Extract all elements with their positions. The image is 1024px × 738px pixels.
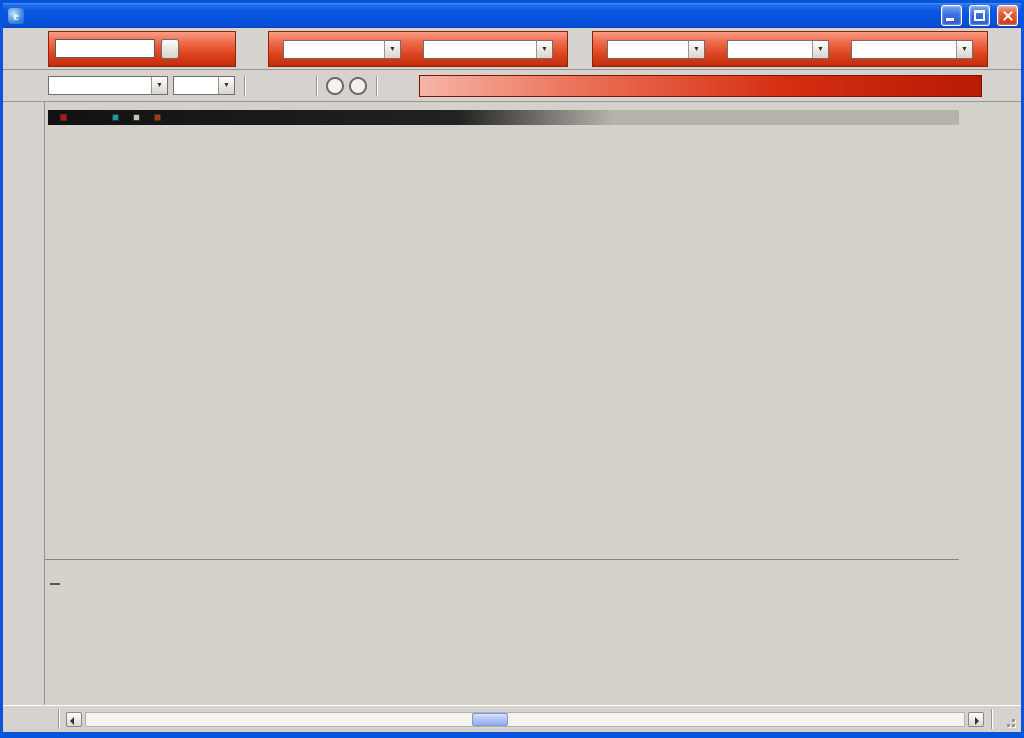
scale-type-dropdown[interactable] <box>851 40 973 59</box>
emm10-swatch-icon <box>154 114 161 121</box>
scroll-left-button[interactable] <box>66 712 82 727</box>
horizontal-scrollbar[interactable] <box>85 712 965 727</box>
chevron-down-icon[interactable] <box>812 41 828 58</box>
chevron-down-icon[interactable] <box>218 77 234 94</box>
drawing-toolbar <box>3 102 45 705</box>
browser-window: e <box>0 0 1024 738</box>
series-swatch-icon <box>60 114 67 121</box>
export-chart-button[interactable] <box>991 74 1015 98</box>
search-input[interactable] <box>55 39 155 58</box>
chevron-down-icon[interactable] <box>384 41 400 58</box>
chevron-down-icon[interactable] <box>536 41 552 58</box>
save-button[interactable] <box>254 74 278 98</box>
macd-chart[interactable] <box>45 579 959 703</box>
emm200-swatch-icon <box>133 114 140 121</box>
chart-settings-panel <box>592 31 988 67</box>
ticker-banner <box>419 75 982 97</box>
price-axis <box>959 127 1021 559</box>
minimize-icon <box>946 18 954 21</box>
chevron-down-icon[interactable] <box>956 41 972 58</box>
toolbar-row-2 <box>3 70 1021 102</box>
time-axis <box>45 559 959 577</box>
maximize-icon <box>974 10 985 21</box>
vision-dropdown[interactable] <box>727 40 829 59</box>
ie-logo-icon: e <box>8 8 24 24</box>
duration-dropdown[interactable] <box>607 40 705 59</box>
chart-legend <box>48 110 959 125</box>
maximize-button[interactable] <box>969 5 990 26</box>
price-chart[interactable] <box>45 127 959 559</box>
instrument-type-dropdown[interactable] <box>173 76 235 95</box>
main-content <box>3 102 1021 705</box>
search-button[interactable] <box>161 39 179 59</box>
emm100-swatch-icon <box>112 114 119 121</box>
search-panel <box>48 31 236 67</box>
macd-indicator-label[interactable] <box>50 583 60 585</box>
scrollbar-thumb[interactable] <box>472 713 508 726</box>
print-button[interactable] <box>283 74 307 98</box>
close-button[interactable] <box>997 5 1018 26</box>
separator <box>316 76 317 96</box>
minimize-button[interactable] <box>941 5 962 26</box>
info-button[interactable] <box>349 77 367 95</box>
chart-region[interactable] <box>45 102 1021 705</box>
macd-axis <box>959 579 1021 703</box>
separator <box>244 76 245 96</box>
workspaces-dropdown[interactable] <box>423 40 553 59</box>
toolbar-row-1 <box>3 28 1021 70</box>
chevron-down-icon[interactable] <box>151 77 167 94</box>
exchange-dropdown[interactable] <box>48 76 168 95</box>
help-button[interactable] <box>326 77 344 95</box>
titlebar[interactable]: e <box>3 3 1021 28</box>
resize-grip[interactable] <box>1004 710 1016 728</box>
separator <box>376 76 377 96</box>
separator <box>58 709 59 729</box>
separator <box>991 709 992 729</box>
left-menu-dropdown[interactable] <box>283 40 401 59</box>
bottom-toolbar <box>3 705 1021 732</box>
scroll-right-button[interactable] <box>968 712 984 727</box>
left-menu-panel <box>268 31 568 67</box>
chart-link-button[interactable] <box>386 74 410 98</box>
chevron-down-icon[interactable] <box>688 41 704 58</box>
